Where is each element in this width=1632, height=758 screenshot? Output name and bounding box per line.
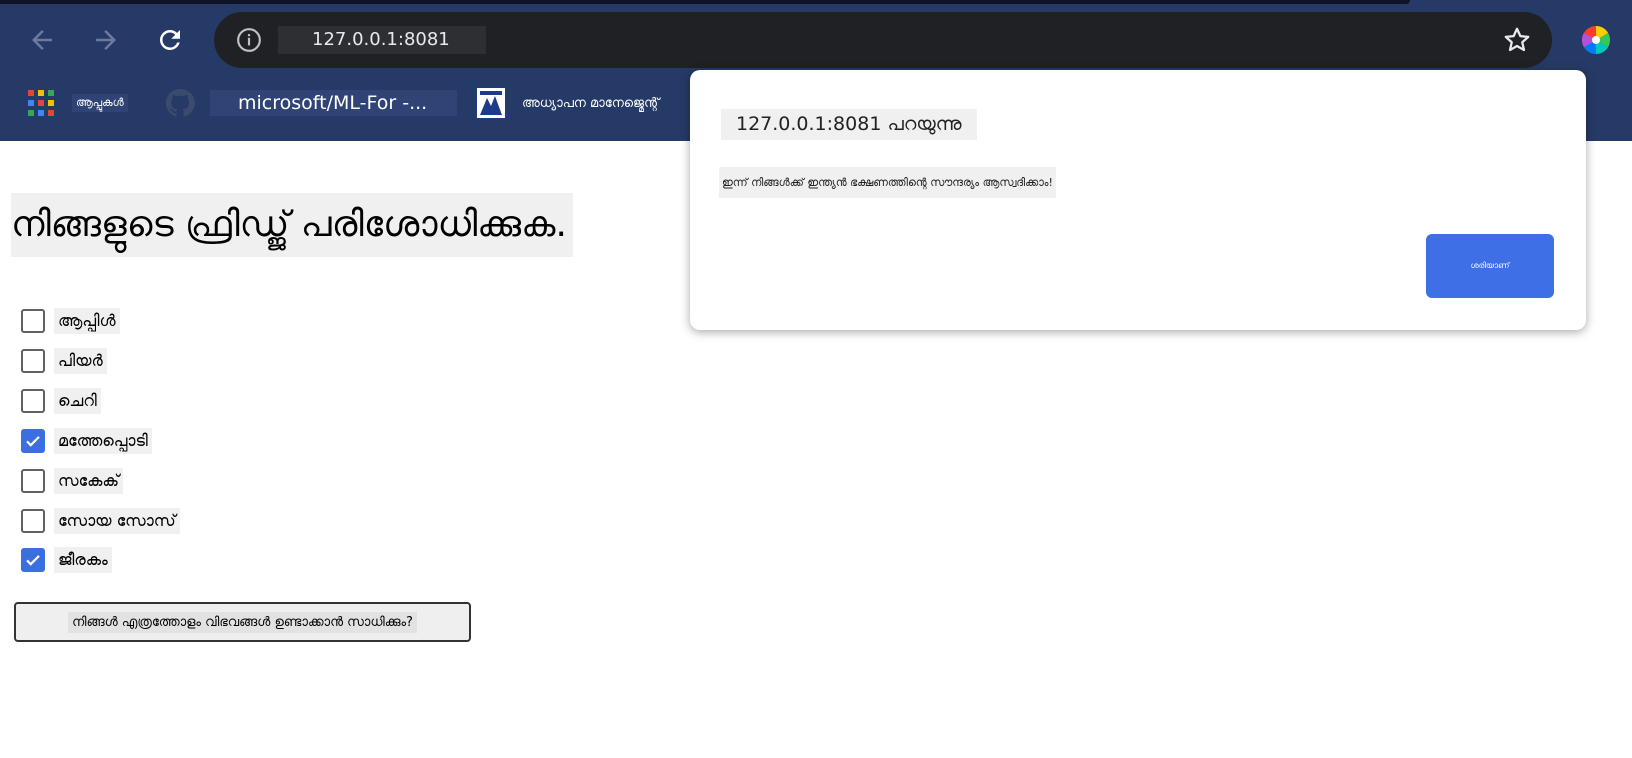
- bookmark-github[interactable]: microsoft/ML-For -...: [164, 86, 458, 120]
- ingredient-row-sake[interactable]: സകേക്: [21, 466, 124, 496]
- reload-button[interactable]: [150, 20, 190, 60]
- ingredient-checkbox-checked[interactable]: [21, 548, 45, 572]
- apps-grid-icon: [28, 90, 54, 116]
- forward-button[interactable]: [86, 20, 126, 60]
- bookmark-edu-label: അധ്യാപന മാനേജ്മെന്റ്: [522, 95, 660, 111]
- address-bar[interactable]: 127.0.0.1:8081: [214, 12, 1552, 68]
- ingredient-checkbox[interactable]: [21, 349, 45, 373]
- reload-icon: [160, 29, 180, 50]
- ingredient-row-cumin[interactable]: ജീരകം: [21, 545, 112, 575]
- ingredient-row-fenugreek[interactable]: മത്തേപ്പൊടി: [21, 426, 152, 456]
- page-title: നിങ്ങളുടെ ഫ്രിഡ്ജ് പരിശോധിക്കുക.: [11, 193, 573, 257]
- bookmark-edu-site[interactable]: അധ്യാപന മാനേജ്മെന്റ്: [476, 86, 659, 120]
- info-icon[interactable]: [236, 27, 262, 53]
- ingredient-label: ചെറി: [54, 388, 101, 414]
- ingredient-label: ആപ്പിൾ: [54, 308, 120, 334]
- ingredient-checkbox[interactable]: [21, 509, 45, 533]
- submit-button[interactable]: നിങ്ങൾ എത്രത്തോളം വിഭവങ്ങൾ ഉണ്ടാക്കാൻ സാ…: [14, 602, 471, 642]
- bookmark-apps-label: ആപ്പുകൾ: [72, 94, 128, 112]
- ingredient-row-cherry[interactable]: ചെറി: [21, 386, 101, 416]
- dialog-ok-button[interactable]: ശരിയാണ്: [1426, 234, 1554, 298]
- bookmark-star-icon[interactable]: [1502, 25, 1532, 55]
- bookmark-github-label: microsoft/ML-For -...: [210, 90, 458, 116]
- ingredient-row-soy-sauce[interactable]: സോയ സോസ്: [21, 506, 180, 536]
- dialog-message: ഇന്ന് നിങ്ങൾക്ക് ഇന്ത്യൻ ഭക്ഷണത്തിന്റെ സ…: [719, 167, 1056, 198]
- url-text[interactable]: 127.0.0.1:8081: [278, 26, 486, 54]
- ingredient-checkbox[interactable]: [21, 309, 45, 333]
- ingredient-label: സോയ സോസ്: [54, 508, 180, 534]
- alert-dialog: 127.0.0.1:8081 പറയുന്നു ഇന്ന് നിങ്ങൾക്ക്…: [690, 70, 1586, 330]
- ingredient-label: മത്തേപ്പൊടി: [54, 428, 152, 454]
- back-button[interactable]: [22, 20, 62, 60]
- tab-strip-edge: [0, 0, 1410, 4]
- ingredient-label: പിയർ: [54, 348, 107, 374]
- edu-site-icon: [476, 87, 506, 119]
- ingredient-row-pear[interactable]: പിയർ: [21, 346, 107, 376]
- ingredient-checkbox-checked[interactable]: [21, 429, 45, 453]
- ingredient-checkbox[interactable]: [21, 469, 45, 493]
- dialog-title: 127.0.0.1:8081 പറയുന്നു: [721, 109, 977, 140]
- github-icon: [165, 88, 195, 117]
- arrow-left-icon: [32, 30, 52, 50]
- ingredient-label: സകേക്: [54, 468, 124, 494]
- color-wheel-extension-icon[interactable]: [1580, 24, 1612, 56]
- submit-button-label: നിങ്ങൾ എത്രത്തോളം വിഭവങ്ങൾ ഉണ്ടാക്കാൻ സാ…: [68, 611, 417, 633]
- arrow-right-icon: [96, 30, 116, 50]
- ingredient-label: ജീരകം: [54, 547, 112, 573]
- ingredient-row-apple[interactable]: ആപ്പിൾ: [21, 306, 120, 336]
- checkmark-icon: [26, 555, 40, 566]
- checkmark-icon: [26, 436, 40, 447]
- ingredient-checkbox[interactable]: [21, 389, 45, 413]
- bookmark-apps[interactable]: ആപ്പുകൾ: [28, 86, 128, 120]
